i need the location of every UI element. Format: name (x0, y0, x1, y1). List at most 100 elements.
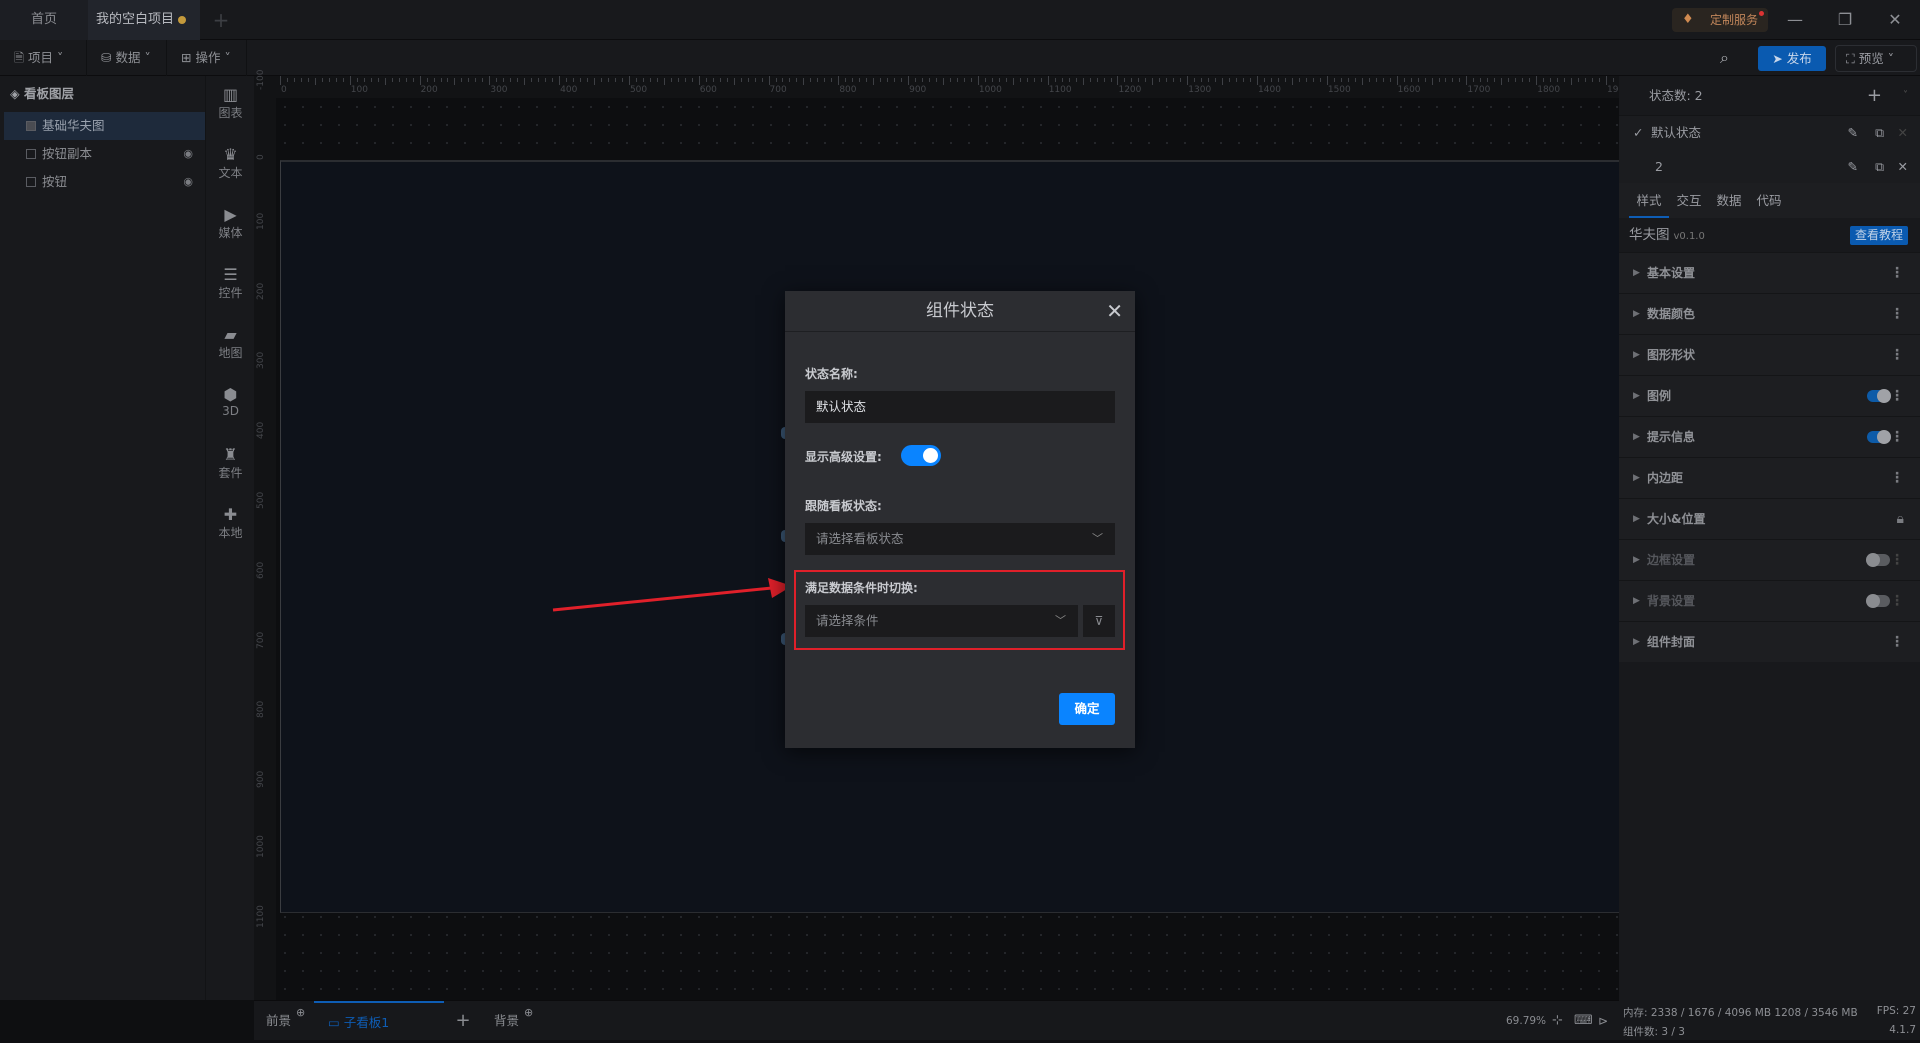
ruler-tick (1145, 78, 1147, 82)
section-toggle[interactable] (1867, 430, 1891, 444)
terminal-icon[interactable]: ⊳ (1598, 1001, 1608, 1041)
close-window-button[interactable]: ✕ (1880, 8, 1910, 32)
chevron-down-icon[interactable]: ˅ (1903, 76, 1908, 116)
button-icon (26, 149, 36, 159)
ruler-label: 900 (256, 770, 266, 789)
section-toggle[interactable] (1866, 553, 1890, 567)
more-vertical-icon[interactable]: ⋮ (1890, 540, 1904, 581)
ruler-tick (775, 78, 777, 82)
tab-interaction[interactable]: 交互 (1669, 183, 1709, 218)
add-tab-button[interactable]: + (206, 0, 236, 40)
tool-map[interactable]: ▰ 地图 (206, 316, 255, 376)
tab-subboard[interactable]: ▭ 子看板1 (314, 1001, 444, 1041)
edit-icon[interactable]: ✎ (1848, 150, 1858, 183)
tool-kit[interactable]: ♜ 套件 (206, 436, 255, 496)
ruler-tick (1110, 78, 1112, 82)
add-state-icon[interactable]: + (1867, 76, 1882, 116)
section-0[interactable]: ▶ 基本设置 ⋮ (1619, 252, 1920, 293)
layer-item[interactable]: 按钮 ◉ (4, 168, 205, 196)
section-8[interactable]: ▶ 背景设置 ⋮ (1619, 580, 1920, 621)
publish-button[interactable]: ➤ 发布 (1758, 46, 1826, 71)
tool-control[interactable]: ☰ 控件 (206, 256, 255, 316)
minimize-button[interactable]: — (1780, 8, 1810, 32)
more-vertical-icon[interactable]: ⋮ (1890, 581, 1904, 622)
tab-project[interactable]: 我的空白项目 (88, 0, 200, 40)
more-vertical-icon[interactable]: ⋮ (1890, 294, 1904, 335)
eye-hidden-icon[interactable]: ◉ (183, 168, 193, 196)
menu-project[interactable]: 🗎 项目 ˅ (0, 40, 87, 76)
condition-select[interactable]: 请选择条件 ﹀ (805, 605, 1078, 637)
eye-hidden-icon[interactable]: ◉ (183, 140, 193, 168)
state-item[interactable]: 2 ✎ ⧉ ✕ (1619, 150, 1920, 183)
lock-icon[interactable]: 🔒︎ (1897, 499, 1904, 540)
copy-icon[interactable]: ⧉ (1875, 150, 1884, 183)
tool-local[interactable]: ✚ 本地 (206, 496, 255, 556)
tab-data[interactable]: 数据 (1709, 183, 1749, 218)
zoom-level[interactable]: 69.79% (1506, 1001, 1546, 1041)
section-7[interactable]: ▶ 边框设置 ⋮ (1619, 539, 1920, 580)
state-item[interactable]: ✓ 默认状态 ✎ ⧉ ✕ (1619, 116, 1920, 150)
ruler-tick (1459, 78, 1461, 82)
section-9[interactable]: ▶ 组件封面 ⋮ (1619, 621, 1920, 662)
camera-icon: ▶ (224, 205, 237, 224)
add-filter-icon[interactable]: ⊽ (1083, 605, 1115, 637)
section-1[interactable]: ▶ 数据颜色 ⋮ (1619, 293, 1920, 334)
ruler-tick (1550, 78, 1552, 82)
layer-item[interactable]: 按钮副本 ◉ (4, 140, 205, 168)
select-placeholder: 请选择条件 (816, 613, 879, 628)
custom-service-button[interactable]: ♦ 定制服务 (1672, 8, 1768, 32)
preview-button[interactable]: ⛶ 预览 ˅ (1835, 45, 1917, 72)
more-vertical-icon[interactable]: ⋮ (1890, 335, 1904, 376)
delete-icon[interactable]: ✕ (1898, 150, 1908, 183)
ruler-label: 200 (420, 85, 438, 95)
fit-screen-icon[interactable]: ⊹ (1552, 1001, 1563, 1041)
ruler-tick (824, 78, 826, 82)
delete-icon[interactable]: ✕ (1898, 116, 1908, 150)
board-state-select[interactable]: 请选择看板状态 ﹀ (805, 523, 1115, 555)
ruler-tick (1152, 78, 1154, 85)
copy-icon[interactable]: ⧉ (1875, 116, 1884, 150)
tab-foreground[interactable]: 前景 ⊕ (266, 1001, 314, 1041)
advanced-settings-toggle[interactable] (901, 445, 941, 466)
restore-button[interactable]: ❐ (1830, 8, 1860, 32)
ruler-tick (621, 78, 623, 82)
tool-label: 图表 (218, 106, 243, 120)
section-toggle[interactable] (1867, 389, 1891, 403)
section-3[interactable]: ▶ 图例 ⋮ (1619, 375, 1920, 416)
tab-style[interactable]: 样式 (1629, 183, 1669, 218)
tool-text[interactable]: ♛ 文本 (206, 136, 255, 196)
more-vertical-icon[interactable]: ⋮ (1890, 458, 1904, 499)
close-icon[interactable]: ✕ (1106, 299, 1123, 323)
more-vertical-icon[interactable]: ⋮ (1890, 622, 1904, 663)
section-2[interactable]: ▶ 图形形状 ⋮ (1619, 334, 1920, 375)
tab-background[interactable]: 背景 ⊕ (486, 1001, 546, 1041)
search-icon[interactable]: ⌕ (1720, 48, 1729, 68)
add-board-button[interactable]: + (450, 1001, 476, 1041)
section-5[interactable]: ▶ 内边距 ⋮ (1619, 457, 1920, 498)
tool-chart[interactable]: ▥ 图表 (206, 76, 255, 136)
more-vertical-icon[interactable]: ⋮ (1890, 376, 1904, 417)
section-toggle[interactable] (1866, 594, 1890, 608)
tool-3d[interactable]: ⬢ 3D (206, 376, 255, 436)
section-6[interactable]: ▶ 大小&位置 🔒︎ (1619, 498, 1920, 539)
tool-media[interactable]: ▶ 媒体 (206, 196, 255, 256)
confirm-button[interactable]: 确定 (1059, 693, 1115, 725)
ruler-tick (503, 78, 505, 82)
section-label: 背景设置 (1647, 594, 1696, 608)
more-vertical-icon[interactable]: ⋮ (1890, 253, 1904, 294)
edit-icon[interactable]: ✎ (1848, 116, 1858, 150)
add-circle-icon[interactable]: ⊕ (296, 993, 305, 1033)
keyboard-icon[interactable]: ⌨ (1574, 1001, 1593, 1041)
tab-code[interactable]: 代码 (1749, 183, 1789, 218)
menu-data[interactable]: ⛁ 数据 ˅ (87, 40, 167, 76)
ruler-tick (1522, 78, 1524, 82)
tab-home[interactable]: 首页 (0, 0, 88, 40)
ruler-tick (719, 78, 721, 82)
more-vertical-icon[interactable]: ⋮ (1890, 417, 1904, 458)
add-circle-icon[interactable]: ⊕ (524, 993, 533, 1033)
menu-operate[interactable]: ⊞ 操作 ˅ (167, 40, 247, 76)
tutorial-button[interactable]: 查看教程 (1849, 226, 1908, 245)
state-name-input[interactable]: 默认状态 (805, 391, 1115, 423)
layer-item[interactable]: 基础华夫图 (4, 112, 205, 140)
section-4[interactable]: ▶ 提示信息 ⋮ (1619, 416, 1920, 457)
